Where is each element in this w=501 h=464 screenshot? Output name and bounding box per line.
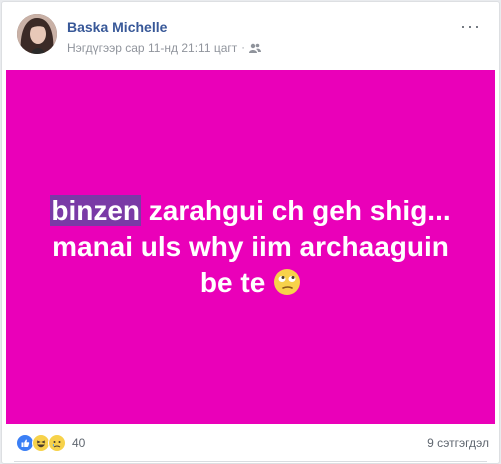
highlighted-word: binzen: [50, 195, 142, 226]
post-card: Baska Michelle Нэгдүгээр сар 11-нд 21:11…: [1, 1, 500, 464]
comments-count-link[interactable]: 9 сэтгэгдэл: [427, 436, 489, 450]
reactions-summary[interactable]: 40: [16, 434, 85, 452]
post-text-line3: be te: [199, 267, 266, 298]
author-name[interactable]: Baska Michelle: [67, 19, 167, 35]
post-header: Baska Michelle Нэгдүгээр сар 11-нд 21:11…: [17, 14, 489, 64]
post-timestamp[interactable]: Нэгдүгээр сар 11-нд 21:11 цагт: [67, 41, 237, 55]
reaction-count: 40: [72, 436, 86, 450]
post-text-line1: zarahgui ch geh shig...: [141, 195, 451, 226]
avatar[interactable]: [17, 14, 57, 54]
post-background: binzen zarahgui ch geh shig... manai uls…: [6, 70, 495, 424]
post-meta: Нэгдүгээр сар 11-нд 21:11 цагт ·: [67, 41, 261, 55]
footer-divider: [14, 461, 487, 462]
post-text-line2: manai uls why iim archaaguin: [52, 231, 449, 262]
friends-icon[interactable]: [248, 43, 261, 53]
eye-roll-emoji-icon: [273, 268, 301, 296]
post-text: binzen zarahgui ch geh shig... manai uls…: [31, 193, 471, 301]
sad-reaction-icon: [48, 434, 66, 452]
reaction-icons: [16, 434, 66, 452]
avatar-image: [17, 14, 57, 54]
more-options-icon[interactable]: ···: [460, 16, 481, 37]
post-footer: 40 9 сэтгэгдэл: [2, 424, 499, 462]
meta-separator: ·: [241, 42, 245, 54]
